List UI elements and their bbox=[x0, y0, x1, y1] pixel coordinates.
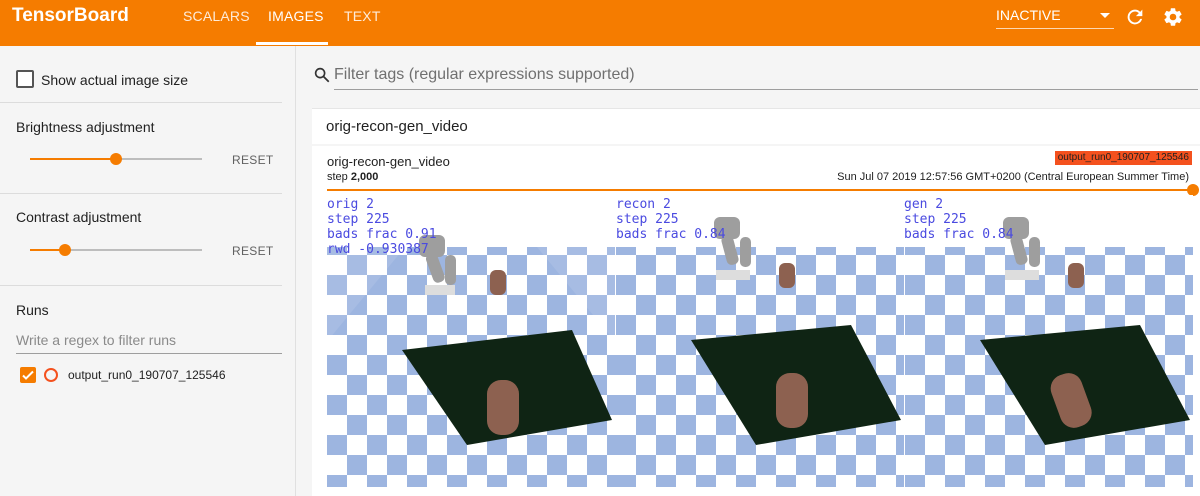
step-slider-track[interactable] bbox=[327, 189, 1193, 191]
step-value: 2,000 bbox=[350, 171, 379, 183]
contrast-slider-knob[interactable] bbox=[59, 244, 71, 256]
divider bbox=[0, 285, 282, 286]
run-badge: output_run0_190707_125546 bbox=[1054, 151, 1192, 165]
panel-orig-line-4: rwd -0.930387 bbox=[327, 242, 429, 257]
image-card: orig-recon-gen_video step 2,000 output_r… bbox=[312, 146, 1200, 496]
tag-group-header[interactable]: orig-recon-gen_video bbox=[312, 108, 1200, 144]
refresh-icon[interactable] bbox=[1124, 6, 1146, 28]
tag-group-title: orig-recon-gen_video bbox=[326, 118, 468, 135]
card-timestamp: Sun Jul 07 2019 12:57:56 GMT+0200 (Centr… bbox=[837, 171, 1189, 183]
brightness-slider-knob[interactable] bbox=[110, 153, 122, 165]
brightness-slider-fill bbox=[30, 158, 116, 160]
panel-orig-line-2: step 225 bbox=[327, 212, 390, 227]
checkmark-icon bbox=[22, 370, 34, 380]
video-frame: orig 2 step 225 bads frac 0.91 rwd -0.93… bbox=[327, 195, 1193, 487]
panel-gen-line-3: bads frac 0.84 bbox=[904, 227, 1014, 242]
step-label: step bbox=[327, 171, 348, 183]
app-header: TensorBoard SCALARS IMAGES TEXT INACTIVE bbox=[0, 0, 1200, 46]
contrast-reset-button[interactable]: RESET bbox=[232, 244, 274, 258]
sidebar: Show actual image size Brightness adjust… bbox=[0, 46, 296, 496]
runs-filter-input[interactable]: Write a regex to filter runs bbox=[16, 330, 282, 354]
divider bbox=[0, 102, 282, 103]
status-select-value: INACTIVE bbox=[996, 7, 1061, 23]
run-name: output_run0_190707_125546 bbox=[68, 368, 226, 382]
tab-images[interactable]: IMAGES bbox=[268, 8, 324, 24]
brightness-reset-button[interactable]: RESET bbox=[232, 153, 274, 167]
frame-panels bbox=[327, 195, 1193, 487]
run-checkbox[interactable] bbox=[20, 367, 36, 383]
tab-text[interactable]: TEXT bbox=[344, 8, 381, 24]
app-title: TensorBoard bbox=[12, 5, 129, 26]
panel-orig-line-1: orig 2 bbox=[327, 197, 374, 212]
runs-title: Runs bbox=[16, 302, 49, 318]
show-actual-size-checkbox[interactable] bbox=[16, 70, 34, 88]
panel-recon-line-3: bads frac 0.84 bbox=[616, 227, 726, 242]
run-color-swatch[interactable] bbox=[44, 368, 58, 382]
card-title: orig-recon-gen_video bbox=[327, 154, 450, 169]
divider bbox=[0, 193, 282, 194]
runs-filter-placeholder: Write a regex to filter runs bbox=[16, 332, 177, 348]
panel-recon-line-1: recon 2 bbox=[616, 197, 671, 212]
panel-gen-line-1: gen 2 bbox=[904, 197, 943, 212]
chevron-down-icon bbox=[1100, 13, 1110, 18]
search-icon bbox=[314, 67, 330, 83]
brightness-label: Brightness adjustment bbox=[16, 119, 155, 135]
tab-scalars[interactable]: SCALARS bbox=[183, 8, 250, 24]
card-step: step 2,000 bbox=[327, 170, 378, 184]
panel-gen-line-2: step 225 bbox=[904, 212, 967, 227]
show-actual-size-label: Show actual image size bbox=[41, 72, 189, 88]
active-tab-indicator bbox=[256, 42, 328, 45]
contrast-label: Contrast adjustment bbox=[16, 209, 142, 225]
gear-icon[interactable] bbox=[1162, 6, 1184, 28]
status-select[interactable]: INACTIVE bbox=[996, 5, 1114, 29]
tag-filter-placeholder: Filter tags (regular expressions support… bbox=[334, 66, 635, 83]
panel-orig-line-3: bads frac 0.91 bbox=[327, 227, 437, 242]
tag-filter-input[interactable]: Filter tags (regular expressions support… bbox=[334, 64, 1198, 90]
panel-recon-line-2: step 225 bbox=[616, 212, 679, 227]
